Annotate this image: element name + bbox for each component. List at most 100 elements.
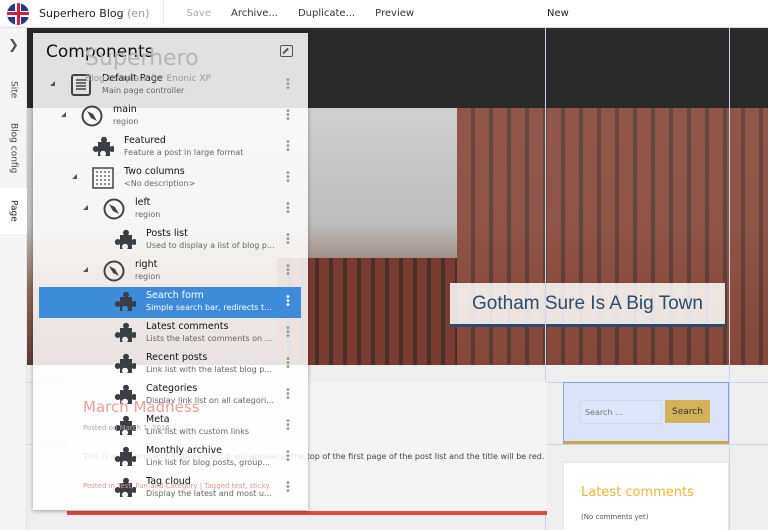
more-menu-icon[interactable]: • • • <box>285 107 291 125</box>
chevron-right-icon[interactable]: ❯ <box>8 38 19 53</box>
component-name: Posts list <box>146 228 188 239</box>
more-menu-icon[interactable]: • • • <box>285 324 291 342</box>
component-description: <No description> <box>124 179 196 188</box>
more-menu-icon[interactable]: • • • <box>285 169 291 187</box>
search-widget[interactable]: Search <box>563 382 729 444</box>
puzzle-icon <box>114 384 138 406</box>
component-description: Feature a post in large format <box>124 148 244 157</box>
component-item[interactable]: right region • • • <box>33 256 308 287</box>
search-input[interactable] <box>580 400 662 424</box>
more-menu-icon[interactable]: • • • <box>285 293 291 311</box>
search-button[interactable]: Search <box>665 400 710 423</box>
component-item[interactable]: Featured Feature a post in large format • •… <box>33 132 308 163</box>
page-icon <box>70 74 92 96</box>
uk-flag-icon[interactable] <box>7 2 29 25</box>
puzzle-icon <box>114 229 138 251</box>
more-menu-icon[interactable]: • • • <box>285 448 291 466</box>
layout-icon <box>92 167 114 189</box>
component-item[interactable]: main region • • • <box>33 101 308 132</box>
component-item[interactable]: Default Page Main page controller • • • <box>33 70 308 101</box>
top-toolbar: Superhero Blog (en) Save Archive... Dupl… <box>0 0 768 28</box>
component-name: Monthly archive <box>146 445 222 456</box>
component-name: left <box>135 197 151 208</box>
widget-empty-text: (No comments yet) <box>581 513 649 521</box>
component-item[interactable]: Latest comments Lists the latest comments… <box>33 318 308 349</box>
component-item[interactable]: Search form Simple search bar, redirects … <box>39 287 301 318</box>
tab-page[interactable]: Page <box>0 188 27 234</box>
archive-button[interactable]: Archive... <box>231 8 278 19</box>
more-menu-icon[interactable]: • • • <box>285 386 291 404</box>
puzzle-icon <box>92 136 116 158</box>
components-panel: Components Default Page Main page control… <box>33 33 308 510</box>
component-name: Recent posts <box>146 352 208 363</box>
puzzle-icon <box>114 477 138 499</box>
component-name: Search form <box>146 290 204 301</box>
component-description: Used to display a list of blog p... <box>146 241 275 250</box>
puzzle-icon <box>114 446 138 468</box>
component-item[interactable]: left region • • • <box>33 194 308 225</box>
component-description: Link list with custom links <box>146 427 250 436</box>
component-description: Simple search bar, redirects t... <box>146 303 272 312</box>
component-name: Meta <box>146 414 170 425</box>
status-label: New <box>547 8 569 19</box>
divider <box>163 0 165 28</box>
region-icon <box>81 105 103 127</box>
region-icon <box>103 260 125 282</box>
app-title: Superhero Blog (en) <box>39 7 149 20</box>
panel-title: Components <box>46 42 154 62</box>
more-menu-icon[interactable]: • • • <box>285 355 291 373</box>
component-item[interactable]: Two columns <No description> • • • <box>33 163 308 194</box>
component-description: region <box>135 272 161 281</box>
component-item[interactable]: Recent posts Link list with the latest bl… <box>33 349 308 380</box>
component-item[interactable]: Categories Display link list on all categ… <box>33 380 308 411</box>
language-label: (en) <box>127 7 150 20</box>
popout-icon[interactable] <box>280 45 293 57</box>
widget-title: Latest comments <box>581 485 694 500</box>
component-item[interactable]: Tag cloud Display the latest and most u..… <box>33 473 308 504</box>
more-menu-icon[interactable]: • • • <box>285 231 291 249</box>
hero-title: Gotham Sure Is A Big Town <box>450 283 725 327</box>
component-description: Lists the latest comments on ... <box>146 334 273 343</box>
more-menu-icon[interactable]: • • • <box>285 138 291 156</box>
puzzle-icon <box>114 291 138 313</box>
component-name: Two columns <box>124 166 185 177</box>
component-name: Default Page <box>102 73 163 84</box>
component-description: Display link list on all categori... <box>146 396 274 405</box>
component-description: Link list for blog posts, group... <box>146 458 270 467</box>
component-item[interactable]: Posts list Used to display a list of blog… <box>33 225 308 256</box>
app-name: Superhero Blog <box>39 7 124 20</box>
preview-button[interactable]: Preview <box>375 8 414 19</box>
latest-comments-widget: Latest comments (No comments yet) <box>563 462 729 530</box>
component-description: Link list with the latest blog p... <box>146 365 272 374</box>
region-guide <box>729 28 730 530</box>
expand-toggle-icon[interactable] <box>50 81 55 86</box>
component-description: Main page controller <box>102 86 185 95</box>
puzzle-icon <box>114 322 138 344</box>
component-name: main <box>113 104 137 115</box>
component-item[interactable]: Meta Link list with custom links • • • <box>33 411 308 442</box>
duplicate-button[interactable]: Duplicate... <box>298 8 355 19</box>
tab-blog-config[interactable]: Blog config <box>0 116 27 180</box>
more-menu-icon[interactable]: • • • <box>285 76 291 94</box>
tab-site[interactable]: Site <box>0 72 27 108</box>
expand-toggle-icon[interactable] <box>83 205 88 210</box>
more-menu-icon[interactable]: • • • <box>285 262 291 280</box>
region-icon <box>103 198 125 220</box>
context-sidebar: ❯ Site Blog config Page <box>0 28 27 530</box>
component-description: Display the latest and most u... <box>146 489 272 498</box>
save-button[interactable]: Save <box>186 8 211 19</box>
component-name: Latest comments <box>146 321 229 332</box>
more-menu-icon[interactable]: • • • <box>285 200 291 218</box>
expand-toggle-icon[interactable] <box>61 112 66 117</box>
component-item[interactable]: Monthly archive Link list for blog posts,… <box>33 442 308 473</box>
more-menu-icon[interactable]: • • • <box>285 417 291 435</box>
component-name: Tag cloud <box>146 476 191 487</box>
component-description: region <box>135 210 161 219</box>
more-menu-icon[interactable]: • • • <box>285 479 291 497</box>
expand-toggle-icon[interactable] <box>72 174 77 179</box>
expand-toggle-icon[interactable] <box>83 267 88 272</box>
component-description: region <box>113 117 139 126</box>
puzzle-icon <box>114 415 138 437</box>
component-name: right <box>135 259 158 270</box>
puzzle-icon <box>114 353 138 375</box>
